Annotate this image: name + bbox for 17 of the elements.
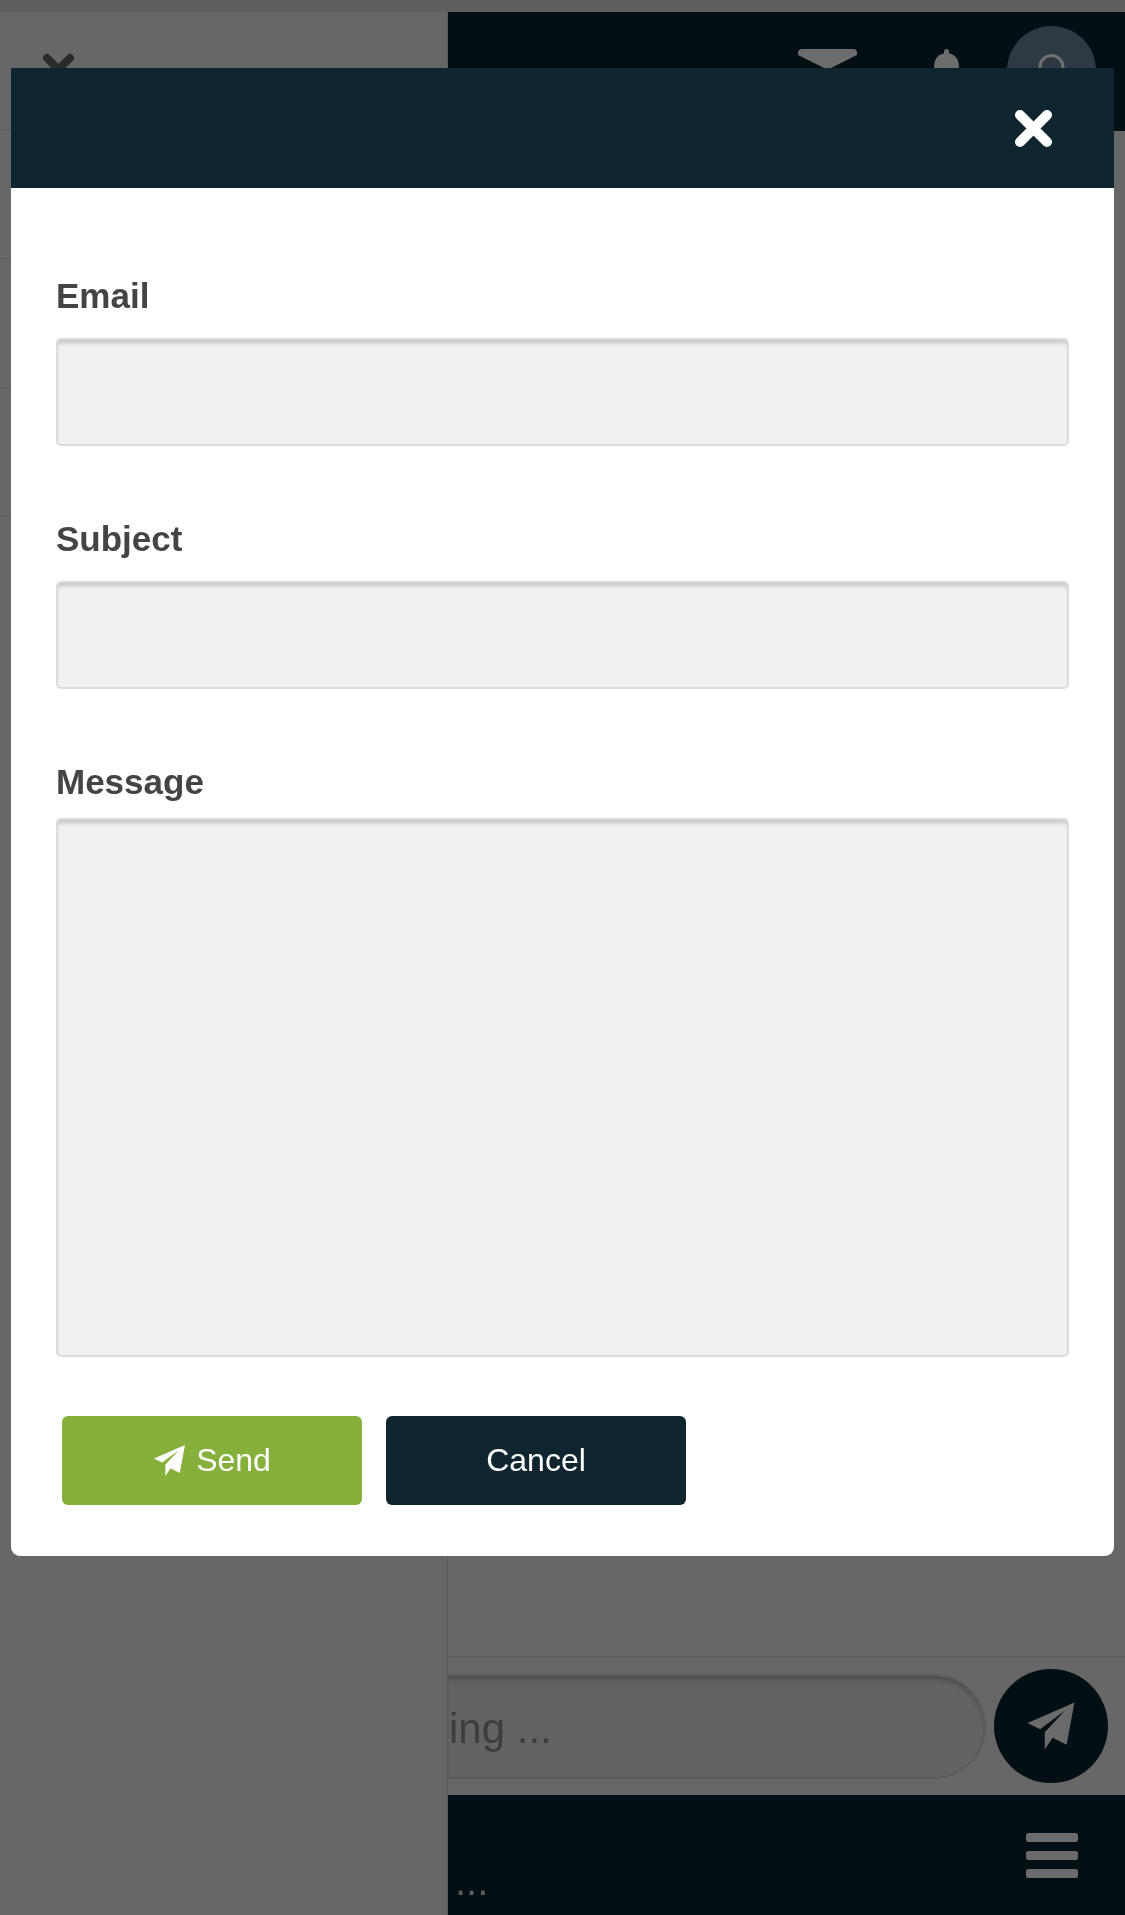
close-button[interactable] [1013, 107, 1054, 149]
close-icon[interactable] [41, 52, 76, 68]
paper-plane-icon [153, 1444, 187, 1477]
envelope-icon[interactable] [798, 49, 857, 68]
close-icon [1013, 107, 1054, 149]
input-field[interactable] [56, 581, 1069, 689]
field-label: Message [56, 762, 204, 802]
field-label: Email [56, 276, 150, 316]
textarea-field[interactable] [56, 818, 1069, 1357]
paper-plane-icon [1026, 1701, 1076, 1751]
menu-icon[interactable] [1026, 1832, 1078, 1878]
input-field[interactable] [56, 338, 1069, 446]
bell-icon[interactable] [932, 49, 961, 68]
avatar-icon[interactable] [1007, 26, 1096, 68]
cancel-button[interactable]: Cancel [386, 1416, 686, 1505]
nav-text: ... [455, 1861, 489, 1901]
field-label: Subject [56, 519, 183, 559]
